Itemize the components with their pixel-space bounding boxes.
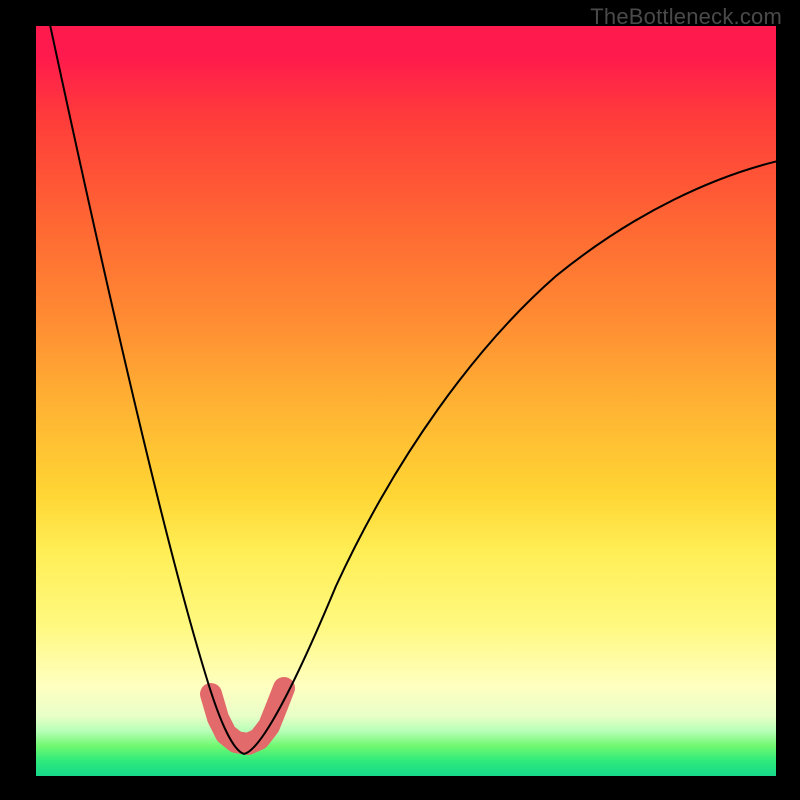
watermark-text: TheBottleneck.com [590, 4, 782, 30]
optimal-zone-marker [211, 688, 284, 744]
curve-right [244, 161, 776, 754]
bottleneck-curve-svg [36, 26, 776, 776]
chart-frame [36, 26, 776, 776]
curve-left [46, 26, 244, 754]
